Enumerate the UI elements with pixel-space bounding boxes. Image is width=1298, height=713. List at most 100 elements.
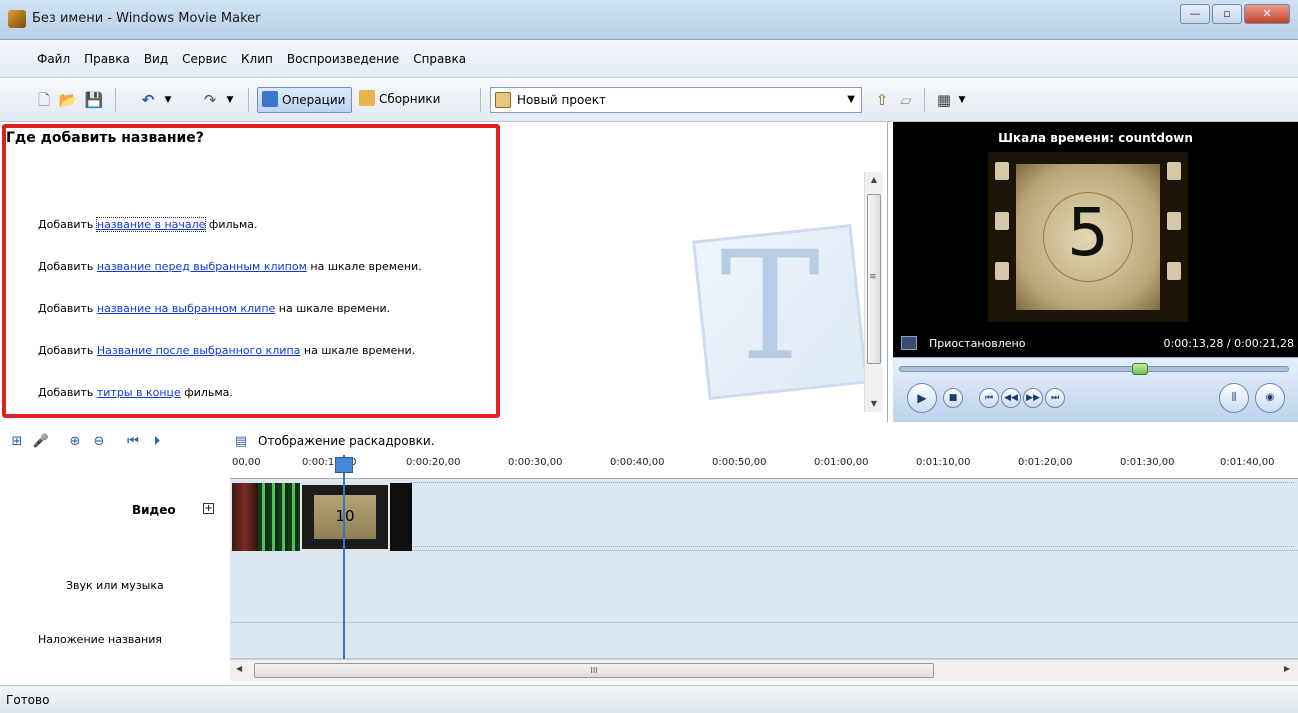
film-perforation <box>995 262 1009 280</box>
scroll-down-arrow-icon[interactable]: ▼ <box>865 396 883 412</box>
menu-playback[interactable]: Воспроизведение <box>280 52 406 66</box>
open-folder-icon[interactable]: 📂 <box>58 90 78 110</box>
video-clip[interactable] <box>390 483 412 551</box>
undo-dropdown-arrow-icon[interactable]: ▼ <box>158 90 178 110</box>
project-combo[interactable]: Новый проект ▼ <box>490 87 862 113</box>
redo-icon[interactable]: ↷ <box>200 90 220 110</box>
playhead-handle[interactable] <box>335 457 353 473</box>
option-suffix: фильма. <box>180 386 233 399</box>
option-suffix: на шкале времени. <box>275 302 391 315</box>
monitor-title: Шкала времени: countdown <box>998 131 1193 145</box>
titles-task-pane: T Где добавить название? Добавить назван… <box>0 122 888 422</box>
undo-icon[interactable]: ↶ <box>138 90 158 110</box>
set-audio-levels-icon[interactable]: ⊞ <box>8 433 26 451</box>
monitor-status-icon <box>901 336 917 350</box>
playback-controls: ▶ ■ ⏮ ◀◀ ▶▶ ⏭ ⫼ ◉ <box>893 357 1298 422</box>
playhead-line[interactable] <box>343 455 345 659</box>
project-icon <box>495 92 511 108</box>
seek-bar[interactable] <box>899 363 1289 375</box>
menu-view[interactable]: Вид <box>137 52 175 66</box>
title-decoration-image: T <box>690 192 880 400</box>
rewind-timeline-icon[interactable]: ⏮ <box>124 433 142 451</box>
minimize-button[interactable]: — <box>1180 4 1210 24</box>
track-labels: Видео + Звук или музыка Наложение назван… <box>0 455 230 685</box>
title-before-clip-link[interactable]: название перед выбранным клипом <box>97 260 307 273</box>
save-icon[interactable]: 💾 <box>84 90 104 110</box>
timeline-scrollbar[interactable]: ◀ III ▶ <box>230 659 1298 681</box>
redo-dropdown-arrow-icon[interactable]: ▼ <box>220 90 240 110</box>
time-ruler[interactable]: 00,00 0:00:10,00 0:00:20,00 0:00:30,00 0… <box>230 455 1298 479</box>
video-track-dotted-line <box>410 482 1294 483</box>
rewind-button[interactable]: ◀◀ <box>1001 388 1021 408</box>
video-track-dotted-line <box>410 546 1294 547</box>
credits-at-end-link[interactable]: титры в конце <box>97 386 181 399</box>
toolbar-separator <box>924 88 925 112</box>
countdown-number: 5 <box>1067 194 1109 271</box>
ruler-tick: 0:00:40,00 <box>610 457 665 468</box>
title-on-clip-link[interactable]: название на выбранном клипе <box>97 302 275 315</box>
menu-file[interactable]: Файл <box>30 52 77 66</box>
scroll-up-arrow-icon[interactable]: ▲ <box>865 172 883 188</box>
view-grid-icon[interactable]: ▦ <box>934 90 954 110</box>
storyboard-view-icon[interactable]: ▤ <box>232 433 250 451</box>
playback-time: 0:00:13,28 / 0:00:21,28 <box>1163 337 1295 350</box>
narrate-microphone-icon[interactable]: 🎤 <box>32 433 50 451</box>
task-pane-scrollbar[interactable]: ▲ ≡ ▼ <box>864 172 882 412</box>
snapshot-button[interactable]: ◉ <box>1255 383 1285 413</box>
menu-edit[interactable]: Правка <box>77 52 137 66</box>
new-collection-icon[interactable]: ▱ <box>896 90 916 110</box>
up-folder-icon[interactable]: ⇧ <box>872 90 892 110</box>
previous-frame-button[interactable]: ⏮ <box>979 388 999 408</box>
collections-button[interactable]: Сборники <box>355 87 446 113</box>
title-bar: Без имени - Windows Movie Maker — ▫ ✕ <box>0 0 1298 40</box>
scroll-left-arrow-icon[interactable]: ◀ <box>236 664 242 673</box>
countdown-frame: 5 <box>1016 164 1160 310</box>
view-dropdown-arrow-icon[interactable]: ▼ <box>952 90 972 110</box>
playback-status: Приостановлено <box>929 337 1026 350</box>
status-text: Готово <box>6 693 50 707</box>
title-option-on-clip: Добавить название на выбранном клипе на … <box>38 302 390 315</box>
movie-maker-app-icon <box>8 10 26 28</box>
menu-tools[interactable]: Сервис <box>175 52 234 66</box>
video-clip[interactable] <box>258 483 300 551</box>
timeline-scrollbar-thumb[interactable]: III <box>254 663 934 678</box>
stop-button[interactable]: ■ <box>943 388 963 408</box>
video-clip-selected[interactable]: 10 <box>300 483 390 551</box>
menu-clip[interactable]: Клип <box>234 52 280 66</box>
play-button[interactable]: ▶ <box>907 383 937 413</box>
zoom-out-icon[interactable]: ⊖ <box>90 433 108 451</box>
window-controls: — ▫ ✕ <box>1180 4 1290 24</box>
ruler-tick: 0:01:30,00 <box>1120 457 1175 468</box>
film-perforation <box>995 212 1009 230</box>
zoom-in-icon[interactable]: ⊕ <box>66 433 84 451</box>
audio-track[interactable] <box>230 551 1298 623</box>
ruler-tick: 0:00:30,00 <box>508 457 563 468</box>
operations-button[interactable]: Операции <box>257 87 353 113</box>
maximize-button[interactable]: ▫ <box>1212 4 1242 24</box>
play-timeline-icon[interactable]: ⏵ <box>148 433 166 451</box>
title-after-clip-link[interactable]: Название после выбранного клипа <box>97 344 301 357</box>
title-at-start-link[interactable]: название в начале <box>95 217 207 232</box>
seek-thumb[interactable] <box>1132 363 1148 375</box>
expand-plus-icon[interactable]: + <box>203 503 214 514</box>
close-button[interactable]: ✕ <box>1244 4 1290 24</box>
title-option-after-clip: Добавить Название после выбранного клипа… <box>38 344 415 357</box>
option-prefix: Добавить <box>38 260 97 273</box>
title-overlay-track[interactable] <box>230 623 1298 659</box>
video-clip[interactable] <box>232 483 258 551</box>
video-track-label: Видео <box>132 503 176 517</box>
option-suffix: фильма. <box>205 218 258 231</box>
forward-button[interactable]: ▶▶ <box>1023 388 1043 408</box>
ruler-tick: 0:00:20,00 <box>406 457 461 468</box>
split-clip-button[interactable]: ⫼ <box>1219 383 1249 413</box>
scroll-grip-icon: ≡ <box>869 272 877 282</box>
storyboard-toggle[interactable]: Отображение раскадровки. <box>258 434 435 448</box>
chevron-down-icon[interactable]: ▼ <box>847 88 855 112</box>
film-perforation <box>1167 262 1181 280</box>
next-frame-button[interactable]: ⏭ <box>1045 388 1065 408</box>
option-prefix: Добавить <box>38 386 97 399</box>
menu-help[interactable]: Справка <box>406 52 473 66</box>
film-perforation <box>995 162 1009 180</box>
scroll-right-arrow-icon[interactable]: ▶ <box>1284 664 1290 673</box>
new-file-icon[interactable]: 🗋 <box>34 90 54 110</box>
